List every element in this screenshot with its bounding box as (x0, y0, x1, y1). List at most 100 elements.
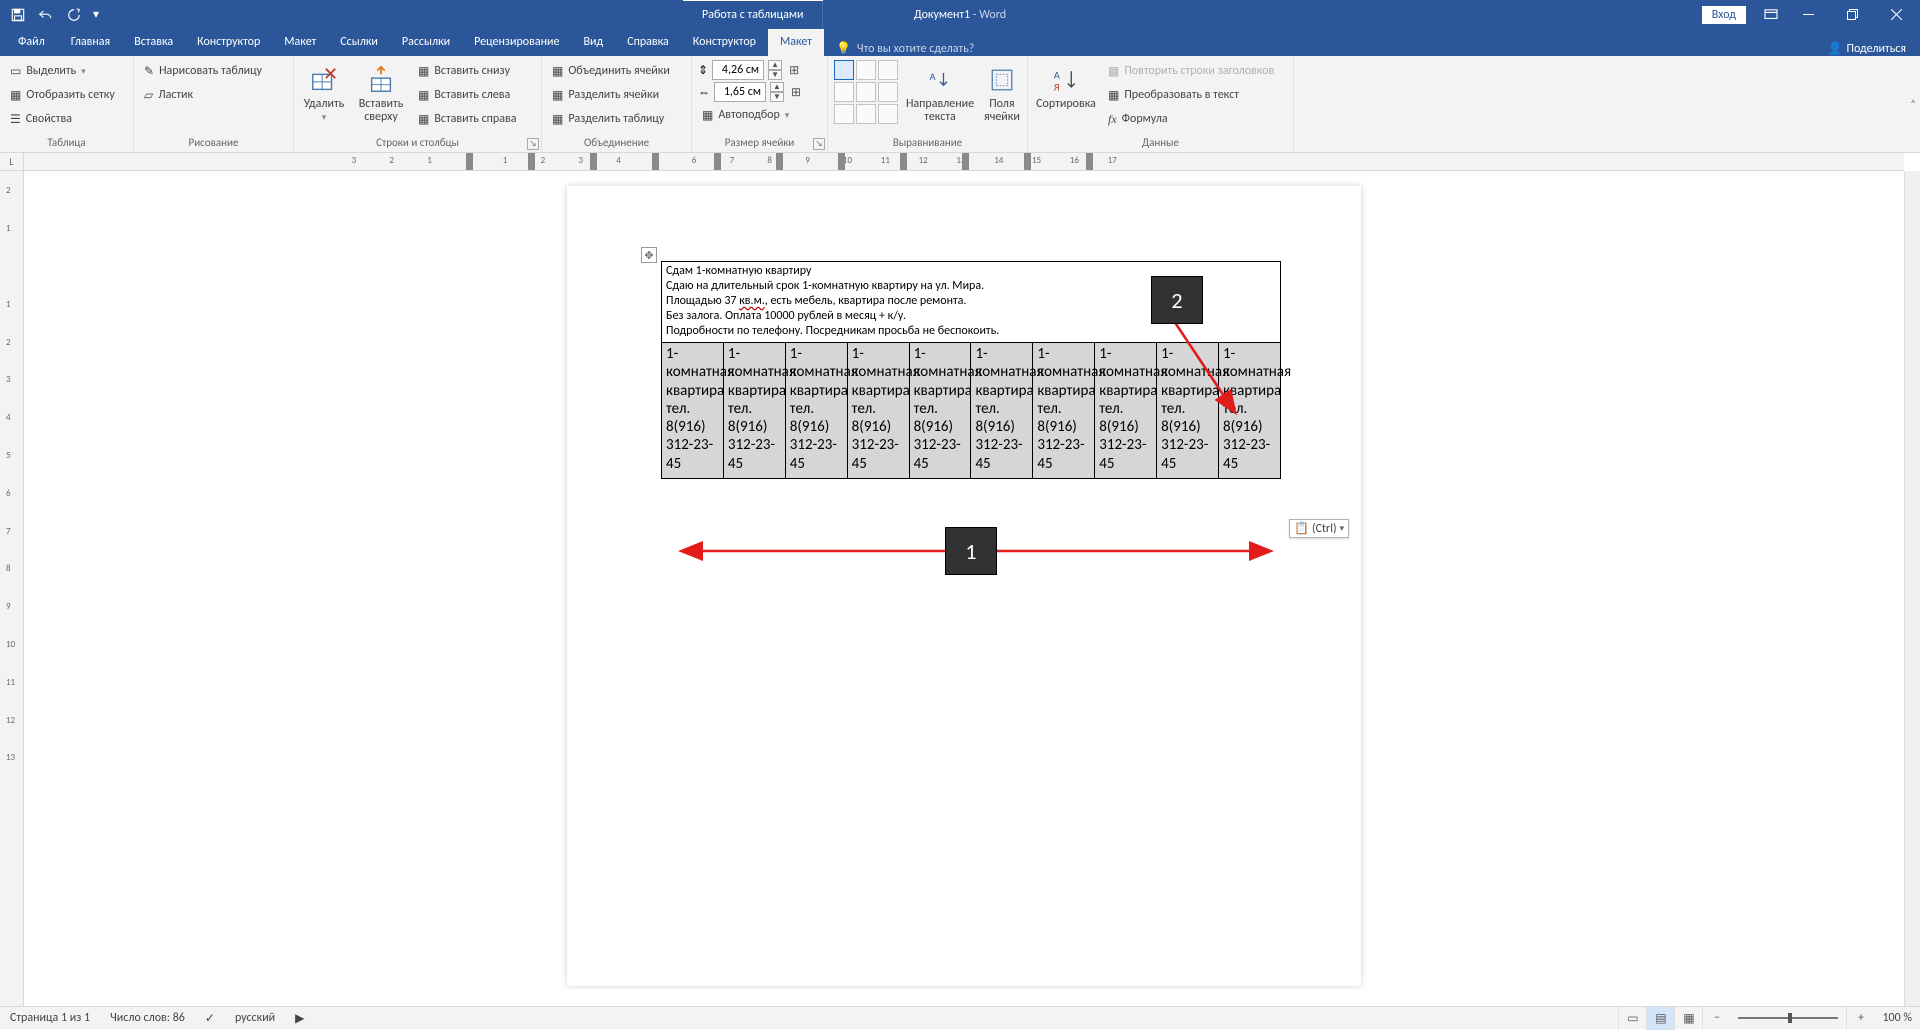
macro-record-icon: ▶ (295, 1011, 304, 1026)
zoom-percent[interactable]: 100 % (1874, 1011, 1920, 1025)
row-height-control: ⇕ ▲▼ ⊞ (698, 60, 821, 80)
select-button[interactable]: ▭Выделить ▾ (6, 60, 127, 82)
tab-insert[interactable]: Вставка (122, 29, 185, 56)
insert-above-icon (365, 64, 397, 96)
align-tl[interactable] (834, 60, 854, 80)
zoom-out[interactable]: − (1702, 1007, 1730, 1030)
tear-off-cell[interactable]: 1-комнатная квартира тел. 8(916) 312-23-… (847, 343, 909, 479)
width-up[interactable]: ▲ (770, 82, 784, 92)
document-area[interactable]: ✥ Сдам 1-комнатную квартируСдаю на длите… (24, 171, 1904, 1006)
status-word-count[interactable]: Число слов: 86 (100, 1011, 195, 1025)
insert-right-button[interactable]: ▦Вставить справа (414, 108, 520, 130)
split-table-button[interactable]: ▦Разделить таблицу (548, 108, 685, 130)
page: ✥ Сдам 1-комнатную квартируСдаю на длите… (567, 186, 1361, 986)
tear-off-cell[interactable]: 1-комнатная квартира тел. 8(916) 312-23-… (1095, 343, 1157, 479)
tab-design[interactable]: Конструктор (185, 29, 272, 56)
align-bl[interactable] (834, 104, 854, 124)
tab-table-design[interactable]: Конструктор (681, 29, 768, 56)
share-button[interactable]: 👤 Поделиться (1818, 41, 1916, 56)
properties-button[interactable]: ☰Свойства (6, 108, 127, 130)
svg-text:А: А (1054, 68, 1061, 81)
autofit-button[interactable]: ▦Автоподбор ▾ (698, 104, 821, 126)
width-down[interactable]: ▼ (770, 92, 784, 102)
align-br[interactable] (878, 104, 898, 124)
merge-cells-button[interactable]: ▦Объединить ячейки (548, 60, 685, 82)
tab-layout[interactable]: Макет (272, 29, 328, 56)
align-tr[interactable] (878, 60, 898, 80)
view-read-mode[interactable]: ▭ (1618, 1007, 1646, 1030)
tell-me-search[interactable]: 💡 Что вы хотите сделать? (824, 41, 986, 56)
redo-icon[interactable] (62, 3, 86, 27)
align-tc[interactable] (856, 60, 876, 80)
undo-icon[interactable] (34, 3, 58, 27)
tab-review[interactable]: Рецензирование (462, 29, 571, 56)
table-move-handle[interactable]: ✥ (641, 247, 657, 263)
zoom-slider[interactable] (1738, 1017, 1838, 1019)
sort-button[interactable]: АЯ Сортировка (1034, 60, 1098, 115)
cell-size-dialog-launcher[interactable]: ↘ (813, 138, 825, 150)
status-macro[interactable]: ▶ (285, 1011, 314, 1026)
eraser-button[interactable]: ▱Ластик (140, 84, 287, 106)
sign-in-button[interactable]: Вход (1702, 6, 1746, 24)
save-icon[interactable] (6, 3, 30, 27)
tear-off-cell[interactable]: 1-комнатная квартира тел. 8(916) 312-23-… (1033, 343, 1095, 479)
text-direction-button[interactable]: A Направление текста (906, 60, 974, 128)
view-gridlines-button[interactable]: ▦Отобразить сетку (6, 84, 127, 106)
distribute-cols-icon[interactable]: ⊞ (791, 85, 801, 100)
cell-margins-button[interactable]: Поля ячейки (982, 60, 1022, 128)
col-width-input[interactable] (714, 82, 766, 102)
table-tools-context-tab: Работа с таблицами (684, 0, 823, 29)
tear-off-cell[interactable]: 1-комнатная квартира тел. 8(916) 312-23-… (662, 343, 724, 479)
align-mr[interactable] (878, 82, 898, 102)
repeat-header-button[interactable]: ▦Повторить строки заголовков (1104, 60, 1278, 82)
zoom-in[interactable]: + (1846, 1007, 1874, 1030)
window-controls: Вход (1702, 0, 1920, 29)
distribute-rows-icon[interactable]: ⊞ (789, 63, 799, 78)
height-up[interactable]: ▲ (768, 60, 782, 70)
align-mc[interactable] (856, 82, 876, 102)
vertical-ruler[interactable]: 2112345678910111213 (0, 171, 24, 1006)
delete-button[interactable]: Удалить▾ (300, 60, 348, 128)
view-print-layout[interactable]: ▤ (1646, 1007, 1674, 1030)
tab-view[interactable]: Вид (571, 29, 615, 56)
align-bc[interactable] (856, 104, 876, 124)
paste-options-button[interactable]: 📋 (Ctrl) ▾ (1289, 519, 1349, 538)
status-page[interactable]: Страница 1 из 1 (0, 1011, 100, 1025)
arrow-2 (1159, 311, 1249, 421)
tab-mailings[interactable]: Рассылки (390, 29, 462, 56)
vertical-scrollbar[interactable] (1904, 171, 1920, 1006)
tear-off-cell[interactable]: 1-комнатная квартира тел. 8(916) 312-23-… (785, 343, 847, 479)
split-cells-button[interactable]: ▦Разделить ячейки (548, 84, 685, 106)
height-down[interactable]: ▼ (768, 70, 782, 80)
horizontal-ruler[interactable]: 3211234567891011121314151617 (24, 153, 1904, 171)
group-rows-columns: Удалить▾ Вставить сверху ▦Вставить снизу… (294, 56, 542, 152)
tab-home[interactable]: Главная (59, 29, 122, 56)
status-spellcheck[interactable]: ✓ (195, 1011, 225, 1026)
insert-left-button[interactable]: ▦Вставить слева (414, 84, 520, 106)
tab-file[interactable]: Файл (4, 29, 59, 56)
tab-table-layout[interactable]: Макет (768, 29, 824, 56)
tab-references[interactable]: Ссылки (328, 29, 390, 56)
status-language[interactable]: русский (225, 1011, 285, 1025)
collapse-ribbon-icon[interactable]: ˄ (1910, 98, 1916, 111)
tab-help[interactable]: Справка (615, 29, 681, 56)
col-width-control: ⇔ ▲▼ ⊞ (698, 82, 821, 102)
close-button[interactable] (1874, 0, 1918, 29)
rows-cols-dialog-launcher[interactable]: ↘ (527, 138, 539, 150)
tear-off-cell[interactable]: 1-комнатная квартира тел. 8(916) 312-23-… (723, 343, 785, 479)
align-ml[interactable] (834, 82, 854, 102)
view-web-layout[interactable]: ▦ (1674, 1007, 1702, 1030)
minimize-button[interactable] (1786, 0, 1830, 29)
maximize-button[interactable] (1830, 0, 1874, 29)
draw-table-button[interactable]: ✎Нарисовать таблицу (140, 60, 287, 82)
ribbon-display-options-icon[interactable] (1756, 0, 1786, 29)
qat-dropdown-icon[interactable]: ▾ (90, 3, 102, 27)
convert-to-text-button[interactable]: ▦Преобразовать в текст (1104, 84, 1278, 106)
tear-off-cell[interactable]: 1-комнатная квартира тел. 8(916) 312-23-… (971, 343, 1033, 479)
row-height-input[interactable] (712, 60, 764, 80)
insert-above-button[interactable]: Вставить сверху (352, 60, 410, 128)
insert-below-button[interactable]: ▦Вставить снизу (414, 60, 520, 82)
tear-off-cell[interactable]: 1-комнатная квартира тел. 8(916) 312-23-… (909, 343, 971, 479)
ruler-corner[interactable]: L (0, 153, 24, 171)
formula-button[interactable]: fxФормула (1104, 108, 1278, 130)
